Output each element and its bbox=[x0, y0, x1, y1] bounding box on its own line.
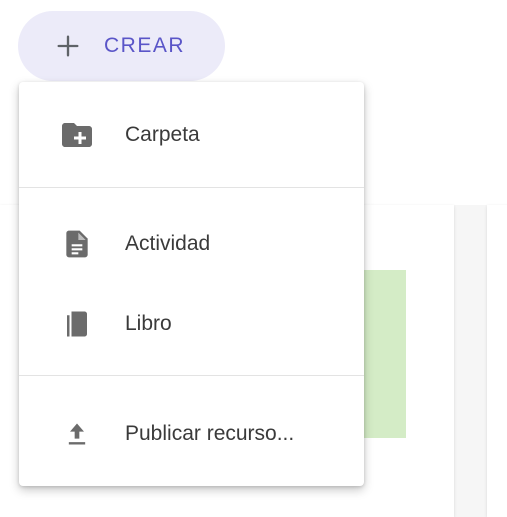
menu-divider bbox=[19, 375, 364, 376]
menu-item-carpeta[interactable]: Carpeta bbox=[19, 105, 364, 165]
folder-add-icon bbox=[57, 115, 97, 155]
book-icon bbox=[57, 304, 97, 344]
menu-divider bbox=[19, 187, 364, 188]
app-canvas: CREAR Carpeta Actividad Libro Publicar r… bbox=[0, 0, 507, 517]
menu-item-publicar-recurso[interactable]: Publicar recurso... bbox=[19, 404, 364, 464]
plus-icon bbox=[57, 35, 79, 57]
menu-item-actividad[interactable]: Actividad bbox=[19, 214, 364, 274]
menu-item-label: Actividad bbox=[125, 232, 211, 255]
menu-item-label: Carpeta bbox=[125, 123, 200, 146]
resource-card-partial[interactable] bbox=[487, 205, 507, 517]
create-button-label: CREAR bbox=[104, 34, 186, 57]
menu-item-label: Libro bbox=[125, 312, 172, 335]
menu-item-libro[interactable]: Libro bbox=[19, 294, 364, 354]
document-icon bbox=[57, 224, 97, 264]
upload-icon bbox=[57, 414, 97, 454]
create-menu: Carpeta Actividad Libro Publicar recurso… bbox=[19, 82, 364, 486]
menu-item-label: Publicar recurso... bbox=[125, 422, 295, 445]
create-button[interactable]: CREAR bbox=[18, 11, 225, 81]
